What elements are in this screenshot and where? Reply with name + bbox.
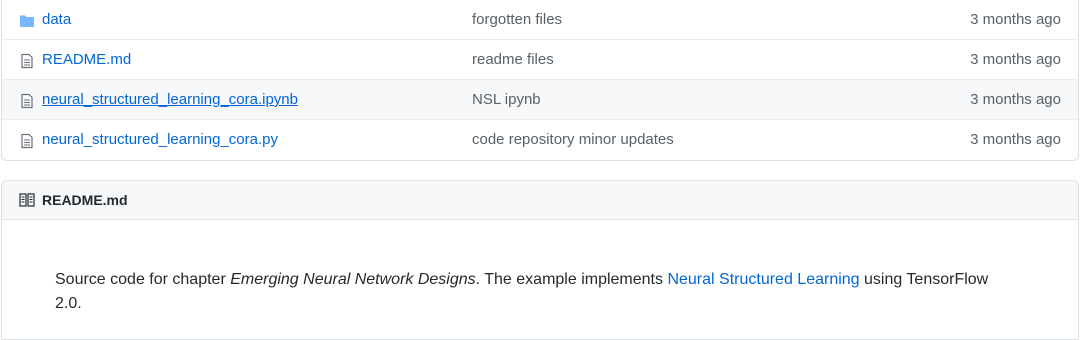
file-name-link[interactable]: neural_structured_learning_cora.py bbox=[42, 120, 278, 160]
folder-icon bbox=[20, 15, 34, 27]
book-icon bbox=[19, 193, 35, 207]
file-icon bbox=[21, 53, 33, 69]
readme-text: Source code for chapter bbox=[55, 271, 231, 288]
commit-age: 3 months ago bbox=[970, 91, 1061, 108]
commit-message-link[interactable]: forgotten files bbox=[472, 0, 562, 40]
commit-age: 3 months ago bbox=[970, 11, 1061, 28]
file-row-readme[interactable]: README.md readme files 3 months ago bbox=[2, 40, 1078, 80]
commit-message-link[interactable]: code repository minor updates bbox=[472, 120, 674, 160]
file-name-link[interactable]: README.md bbox=[42, 40, 131, 80]
commit-message-link[interactable]: NSL ipynb bbox=[472, 80, 541, 120]
file-list: data forgotten files 3 months ago README… bbox=[1, 0, 1079, 161]
readme-header: README.md bbox=[2, 181, 1078, 220]
readme-content: Source code for chapter Emerging Neural … bbox=[2, 220, 1015, 316]
file-icon bbox=[21, 93, 33, 109]
commit-age: 3 months ago bbox=[970, 51, 1061, 68]
readme-title: README.md bbox=[42, 192, 128, 208]
commit-age: 3 months ago bbox=[970, 131, 1061, 148]
file-row-data[interactable]: data forgotten files 3 months ago bbox=[2, 0, 1078, 40]
readme-text: . The example implements bbox=[475, 271, 668, 288]
nsl-link[interactable]: Neural Structured Learning bbox=[667, 271, 859, 288]
file-name-link[interactable]: neural_structured_learning_cora.ipynb bbox=[42, 80, 298, 120]
file-row-py[interactable]: neural_structured_learning_cora.py code … bbox=[2, 120, 1078, 160]
file-name-link[interactable]: data bbox=[42, 0, 71, 40]
file-icon bbox=[21, 133, 33, 149]
chapter-title: Emerging Neural Network Designs bbox=[230, 271, 476, 288]
file-row-ipynb[interactable]: neural_structured_learning_cora.ipynb NS… bbox=[2, 80, 1078, 120]
commit-message-link[interactable]: readme files bbox=[472, 40, 554, 80]
readme-panel: README.md Source code for chapter Emergi… bbox=[1, 180, 1079, 340]
